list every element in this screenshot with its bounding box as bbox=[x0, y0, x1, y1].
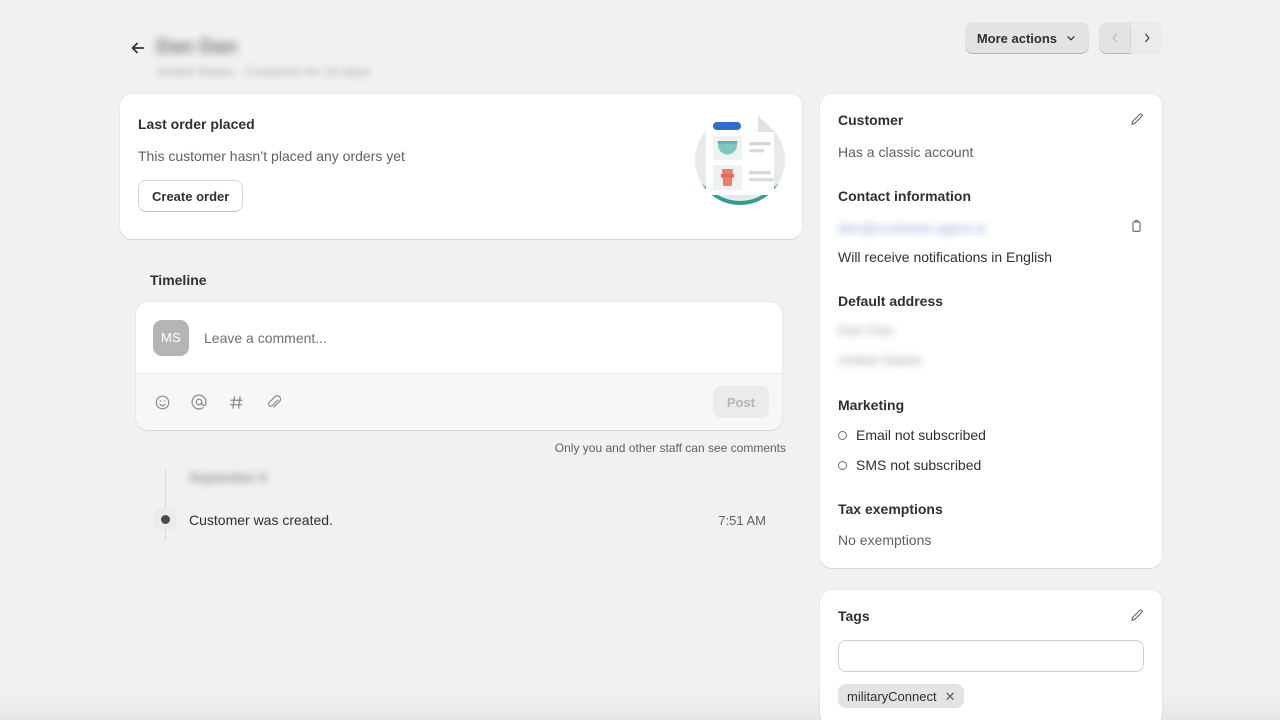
customer-email-row: dan@customer.agent.io bbox=[838, 217, 1144, 238]
tag-chip-label: militaryConnect bbox=[847, 688, 937, 704]
composer-toolbar: Post bbox=[136, 373, 782, 430]
attachment-icon[interactable] bbox=[263, 392, 283, 412]
customer-card: Customer Has a classic account Contact i… bbox=[820, 94, 1162, 568]
more-actions-label: More actions bbox=[976, 30, 1057, 46]
page-title-block: Dan Dan United States · Customer for 16 … bbox=[156, 34, 370, 81]
contact-information-heading: Contact information bbox=[838, 188, 971, 204]
timeline-event-marker bbox=[154, 508, 176, 530]
comment-input[interactable] bbox=[204, 329, 766, 346]
more-actions-button[interactable]: More actions bbox=[964, 22, 1089, 54]
header-actions: More actions bbox=[964, 22, 1162, 54]
marketing-sms-label: SMS not subscribed bbox=[856, 457, 982, 473]
customer-card-header: Customer bbox=[838, 110, 1144, 131]
address-line-2: United States bbox=[838, 352, 923, 368]
tags-input[interactable] bbox=[838, 640, 1144, 672]
page-subtitle: United States · Customer for 16 days bbox=[156, 64, 370, 79]
edit-customer-button[interactable] bbox=[1124, 107, 1148, 131]
page-header: Dan Dan United States · Customer for 16 … bbox=[120, 16, 1162, 79]
create-order-button[interactable]: Create order bbox=[138, 180, 244, 212]
pencil-icon bbox=[1130, 609, 1143, 621]
composer-top-row: MS bbox=[136, 302, 782, 373]
avatar: MS bbox=[153, 319, 189, 356]
tag-chip: militaryConnect ✕ bbox=[838, 684, 964, 708]
status-ring-icon bbox=[838, 430, 847, 440]
marketing-sms-status: SMS not subscribed bbox=[838, 455, 1144, 475]
tax-exemptions-heading: Tax exemptions bbox=[838, 501, 943, 517]
emoji-icon[interactable] bbox=[152, 392, 172, 412]
post-comment-button[interactable]: Post bbox=[712, 386, 769, 418]
tags-card-header: Tags bbox=[838, 606, 1144, 627]
page-title: Dan Dan bbox=[156, 36, 238, 58]
empty-orders-illustration bbox=[695, 115, 785, 205]
next-record-button[interactable] bbox=[1131, 22, 1162, 54]
customer-card-title: Customer bbox=[838, 112, 904, 128]
notification-language: Will receive notifications in English bbox=[838, 249, 1052, 265]
pencil-icon bbox=[1130, 113, 1143, 125]
timeline-heading: Timeline bbox=[150, 272, 207, 288]
arrow-left-icon bbox=[131, 42, 145, 54]
address-line-1: Dan Dan bbox=[838, 322, 894, 338]
composer-tool-list bbox=[152, 392, 283, 412]
clipboard-icon bbox=[1131, 219, 1141, 232]
main-column: Last order placed This customer hasn’t p… bbox=[120, 94, 802, 541]
chevron-left-icon bbox=[1112, 33, 1117, 43]
tax-exemptions-value: No exemptions bbox=[838, 532, 932, 548]
tags-card: Tags militaryConnect ✕ bbox=[820, 590, 1162, 720]
edit-tags-button[interactable] bbox=[1124, 603, 1148, 627]
default-address-heading: Default address bbox=[838, 293, 944, 309]
timeline-date-label: September 6 bbox=[189, 470, 268, 485]
side-column: Customer Has a classic account Contact i… bbox=[820, 94, 1162, 720]
back-button[interactable] bbox=[126, 36, 150, 60]
customer-detail-page: Dan Dan United States · Customer for 16 … bbox=[0, 0, 1280, 720]
tags-card-title: Tags bbox=[838, 608, 870, 624]
last-order-empty-text: This customer hasn’t placed any orders y… bbox=[138, 148, 405, 164]
last-order-title: Last order placed bbox=[138, 116, 255, 132]
close-icon[interactable]: ✕ bbox=[945, 690, 956, 703]
status-ring-icon bbox=[838, 460, 847, 470]
record-pagination bbox=[1099, 22, 1162, 54]
chevron-right-icon bbox=[1144, 33, 1149, 43]
marketing-heading: Marketing bbox=[838, 397, 905, 413]
account-status: Has a classic account bbox=[838, 144, 974, 160]
timeline-list: September 6 Customer was created. 7:51 A… bbox=[136, 469, 782, 541]
timeline-event-time: 7:51 AM bbox=[718, 512, 766, 528]
hashtag-icon[interactable] bbox=[226, 392, 246, 412]
timeline-event: Customer was created. 7:51 AM bbox=[136, 508, 782, 532]
previous-record-button[interactable] bbox=[1099, 22, 1130, 54]
comment-composer: MS Leave a comment... Post bbox=[136, 302, 782, 430]
chevron-down-icon bbox=[1067, 36, 1075, 41]
tag-chip-list: militaryConnect ✕ bbox=[838, 684, 1144, 708]
customer-email[interactable]: dan@customer.agent.io bbox=[838, 218, 986, 238]
marketing-email-label: Email not subscribed bbox=[856, 427, 986, 443]
mention-icon[interactable] bbox=[189, 392, 209, 412]
last-order-card: Last order placed This customer hasn’t p… bbox=[120, 94, 802, 239]
copy-email-button[interactable] bbox=[1124, 214, 1148, 238]
timeline-event-text: Customer was created. bbox=[189, 512, 333, 528]
marketing-email-status: Email not subscribed bbox=[838, 425, 1144, 445]
staff-visibility-note: Only you and other staff can see comment… bbox=[554, 441, 786, 455]
